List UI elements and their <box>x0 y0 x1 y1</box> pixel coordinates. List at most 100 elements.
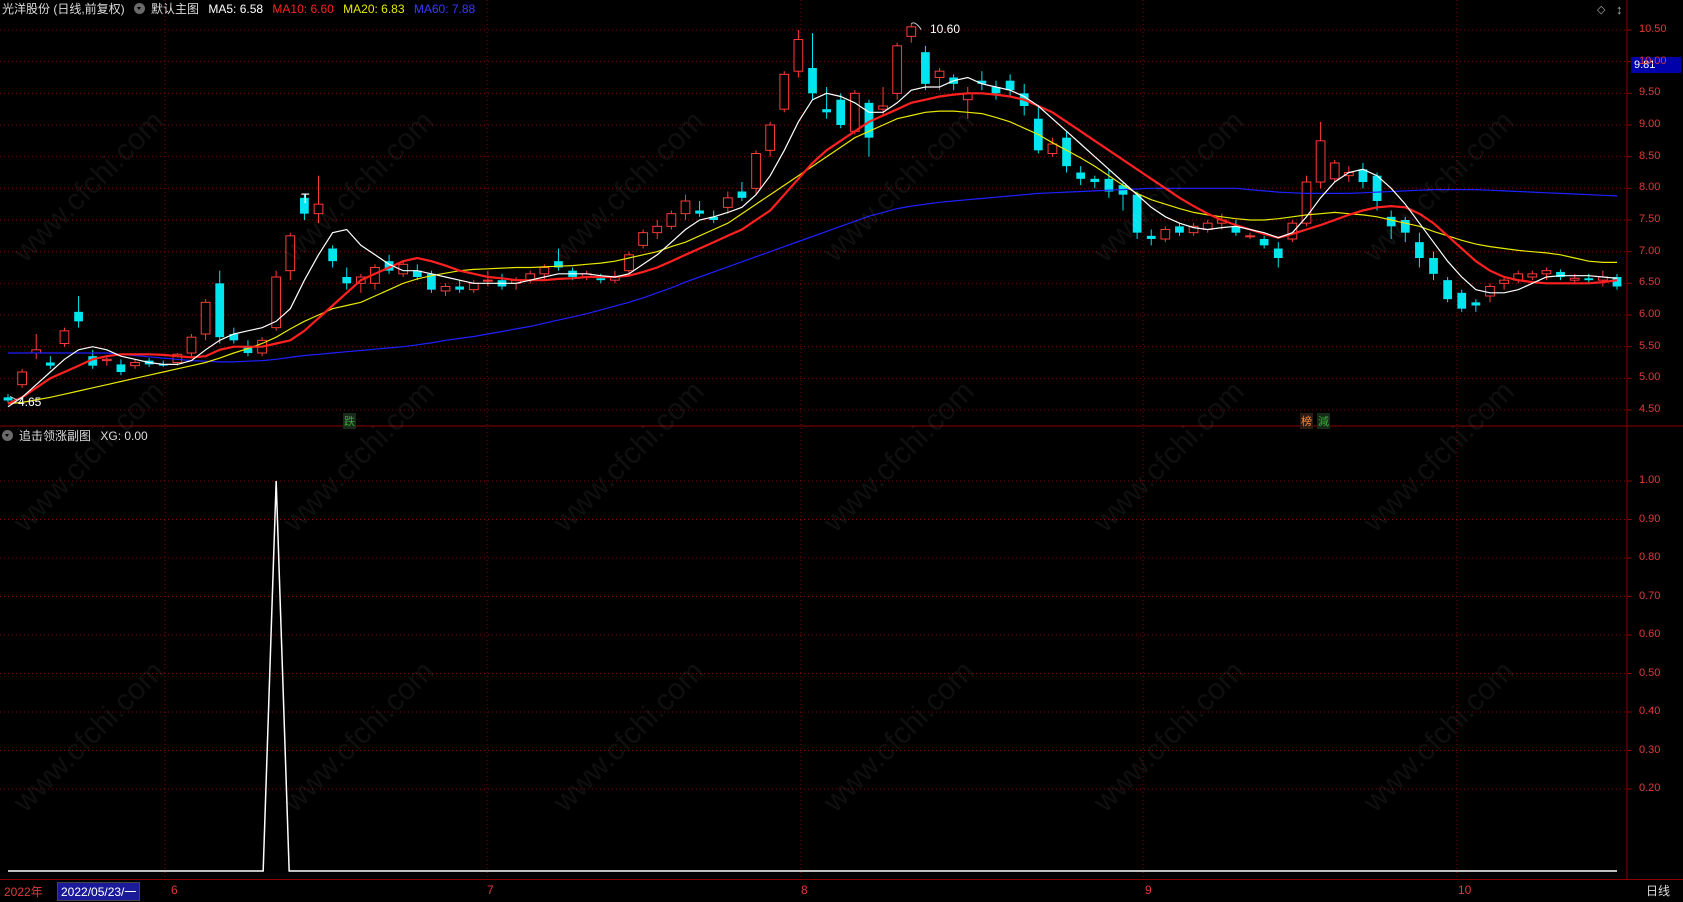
candle-body-down <box>1273 248 1283 258</box>
ma60-label: MA60: 7.88 <box>413 2 476 16</box>
cursor-date-box: 2022/05/23/一 <box>57 882 141 901</box>
candle-body-down <box>596 278 606 281</box>
signal-badge-die: 跌 <box>343 413 356 429</box>
candle-body-down <box>1471 302 1481 306</box>
ma5-label: MA5: 6.58 <box>208 2 264 16</box>
candle-body-up <box>17 371 27 386</box>
sub-y-tick-label: 0.90 <box>1639 512 1661 525</box>
xg-signal-line <box>8 480 1617 872</box>
candle-body-up <box>440 286 451 292</box>
stock-title[interactable]: 光洋股份 (日线,前复权) <box>2 2 125 16</box>
candle-body-down <box>836 99 846 125</box>
month-label-8: 8 <box>801 883 808 897</box>
low-price-label: 4.65 <box>18 395 42 409</box>
sub-y-tick-label: 0.50 <box>1639 666 1661 679</box>
ma10-line <box>7 92 1618 405</box>
ma60-line <box>8 187 1618 363</box>
main-y-tick-label: 4.50 <box>1639 403 1661 415</box>
candle-body-up <box>652 225 663 234</box>
sub-y-tick-label: 0.40 <box>1639 705 1661 717</box>
candle-body-down <box>45 362 55 366</box>
candle-body-up <box>638 232 649 246</box>
stock-chart-canvas[interactable] <box>0 0 1683 901</box>
candle-body-down <box>1584 278 1594 281</box>
candle-body-up <box>1245 235 1255 238</box>
candle-body-up <box>1160 229 1171 240</box>
candle-body-down <box>822 109 831 113</box>
candle-body-up <box>1315 140 1326 183</box>
main-y-tick-label: 9.50 <box>1639 86 1661 99</box>
candle-body-down <box>1090 178 1100 182</box>
sub-y-tick-label: 0.20 <box>1639 782 1661 794</box>
sub-y-tick-label: 0.30 <box>1639 743 1661 756</box>
candle-body-down <box>1372 175 1382 201</box>
month-label-6: 6 <box>171 883 178 897</box>
main-chart-legend: 光洋股份 (日线,前复权) 默认主图 MA5: 6.58 MA10: 6.60 … <box>2 1 481 17</box>
candle-body-up <box>483 279 493 282</box>
main-y-tick-label: 6.00 <box>1639 308 1661 320</box>
signal-badge-jian: 減 <box>1317 413 1330 429</box>
high-price-label: 10.60 <box>930 22 961 36</box>
candle-body-down <box>455 286 465 290</box>
scroll-arrow-icon[interactable]: ↕ <box>1616 2 1623 17</box>
candle-body-up <box>1047 143 1058 154</box>
candle-body-down <box>921 52 930 84</box>
ma20-label: MA20: 6.83 <box>343 2 405 16</box>
date-axis-bar[interactable]: 2022年 2022/05/23/一 6 7 8 9 10 日线 <box>0 879 1683 902</box>
candle-body-up <box>680 200 691 215</box>
candle-body-up <box>1541 270 1552 275</box>
candle-body-up <box>666 213 677 227</box>
candle-body-down <box>1132 194 1142 233</box>
candle-body-up <box>765 124 776 151</box>
candle-body-down <box>1259 239 1269 246</box>
candle-body-down <box>1146 235 1156 239</box>
month-label-10: 10 <box>1458 883 1472 897</box>
xg-value: XG: 0.00 <box>100 429 148 443</box>
main-chart-menu-icon[interactable] <box>134 3 146 14</box>
candle-body-down <box>116 364 126 372</box>
month-label-7: 7 <box>487 883 494 897</box>
sub-y-tick-label: 0.60 <box>1639 628 1661 640</box>
candle-body-up <box>1329 162 1340 180</box>
candle-body-down <box>1429 258 1438 274</box>
candle-body-up <box>539 267 550 275</box>
sub-chart-legend: 追击领涨副图 XG: 0.00 <box>2 428 154 444</box>
collapse-diamond-icon[interactable]: ◇ <box>1597 3 1605 16</box>
candle-body-down <box>1005 80 1015 91</box>
month-label-9: 9 <box>1145 883 1152 897</box>
t-marker: T <box>301 190 310 206</box>
main-y-tick-label: 10.00 <box>1639 54 1667 67</box>
candle-body-up <box>751 153 761 189</box>
candle-body-down <box>1415 242 1424 258</box>
candle-body-down <box>3 397 13 401</box>
main-y-tick-label: 10.50 <box>1639 23 1667 35</box>
candle-body-up <box>722 197 733 208</box>
sub-y-tick-label: 0.80 <box>1639 551 1661 563</box>
candle-body-up <box>186 336 197 354</box>
ma5-line <box>7 76 1618 408</box>
ma20-line <box>7 110 1617 405</box>
candle-body-up <box>468 282 479 291</box>
main-y-tick-label: 8.50 <box>1639 149 1661 162</box>
candle-body-up <box>906 26 917 37</box>
sub-chart-name[interactable]: 追击领涨副图 <box>19 429 91 443</box>
year-label: 2022年 <box>4 885 43 899</box>
candle-body-up <box>1527 273 1538 278</box>
candle-body-up <box>1499 279 1509 284</box>
main-y-tick-label: 7.00 <box>1639 244 1661 257</box>
candle-body-up <box>59 330 70 345</box>
sub-y-tick-label: 0.70 <box>1639 589 1661 602</box>
candle-body-down <box>1175 226 1184 233</box>
period-button[interactable]: 日线 <box>1646 882 1670 899</box>
main-y-tick-label: 5.00 <box>1639 371 1661 384</box>
candle-body-up <box>130 362 140 367</box>
candle-body-down <box>1443 280 1453 300</box>
candle-body-down <box>215 283 225 338</box>
sub-chart-menu-icon[interactable] <box>2 430 13 441</box>
signal-badge-bang: 榜 <box>1300 413 1313 429</box>
candle-body-up <box>1485 286 1495 297</box>
candle-body-up <box>1287 222 1298 240</box>
candle-body-down <box>1386 216 1396 227</box>
candle-body-up <box>200 301 211 335</box>
main-chart-name[interactable]: 默认主图 <box>151 2 199 16</box>
